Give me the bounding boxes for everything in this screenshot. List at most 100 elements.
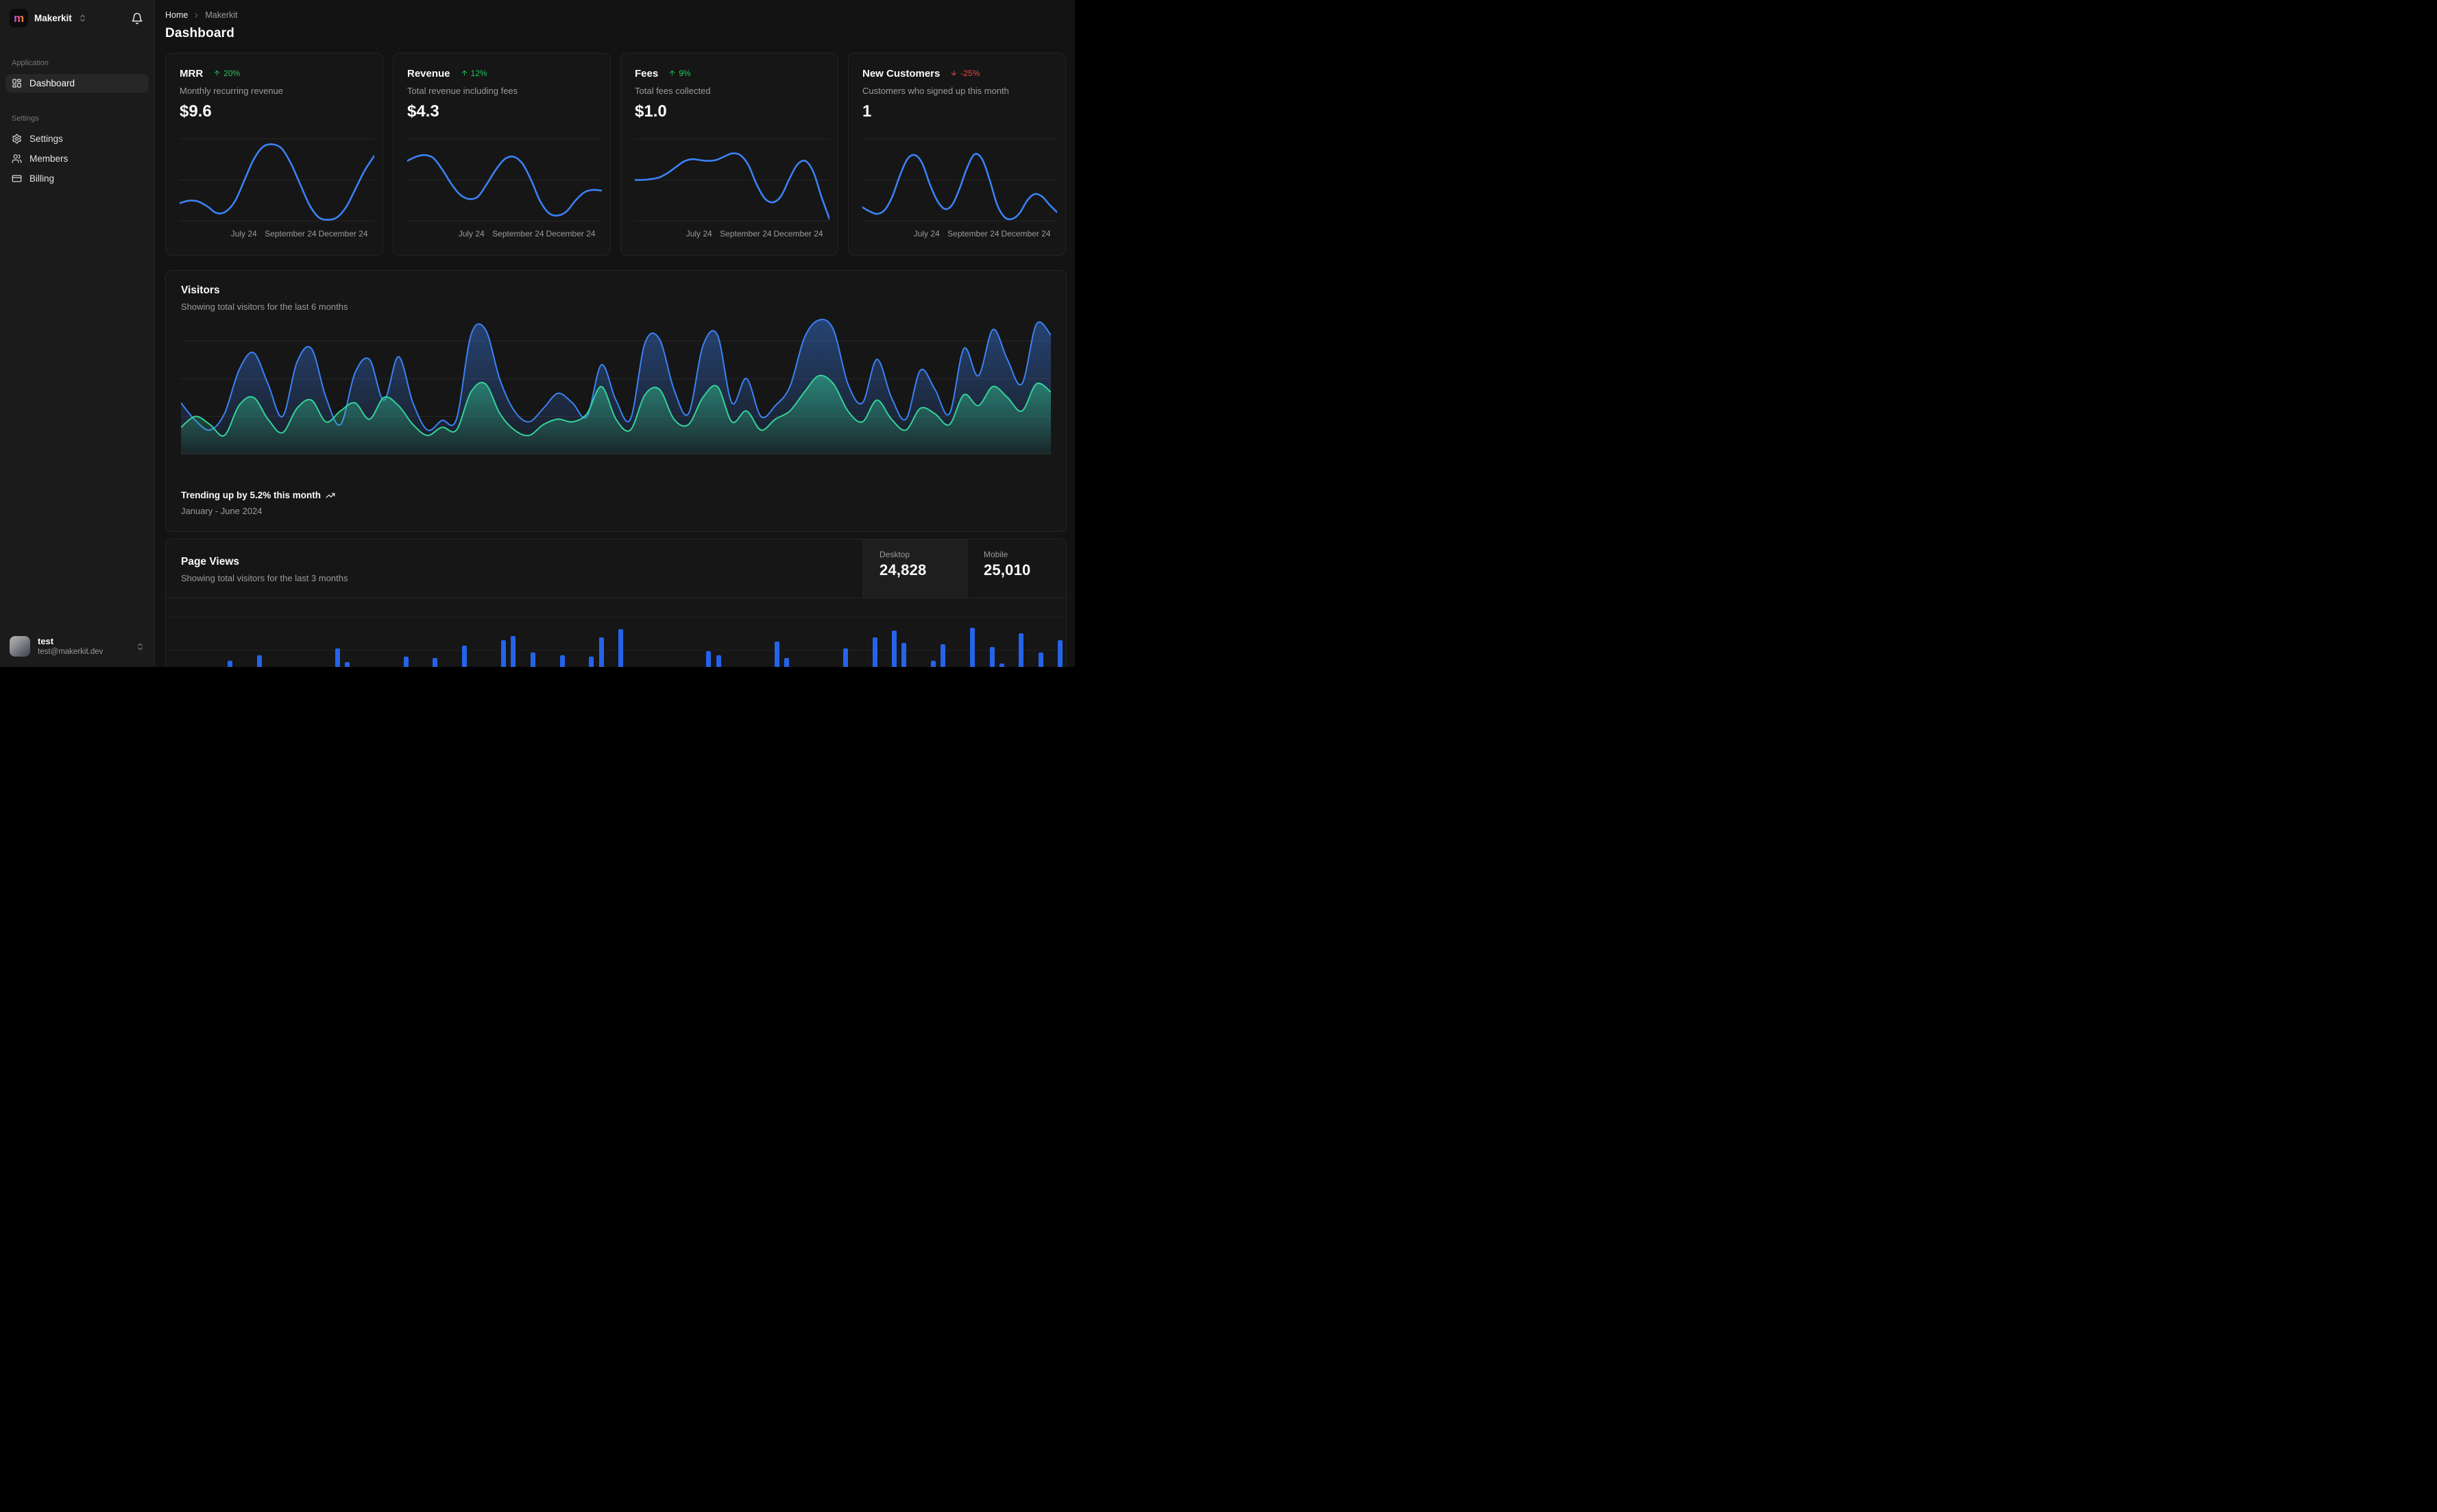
visitors-card: Visitors Showing total visitors for the … <box>165 270 1067 532</box>
bar <box>618 629 624 667</box>
toggle-value: 25,010 <box>984 561 1031 578</box>
page-title: Dashboard <box>165 26 235 40</box>
stat-title: Fees <box>635 68 659 80</box>
bar <box>989 647 995 667</box>
bar <box>559 655 565 667</box>
bar <box>775 642 780 667</box>
sidebar-nav-settings: Settings Members Billing <box>0 128 154 189</box>
sidebar-header: m Makerkit <box>0 0 154 36</box>
bar <box>1019 633 1024 667</box>
bar <box>999 663 1004 667</box>
toggle-label: Desktop <box>880 550 910 559</box>
bar <box>335 648 340 667</box>
logo-letter: m <box>13 12 25 25</box>
bar <box>345 662 350 667</box>
toggle-mobile[interactable]: Mobile 25,010 <box>967 539 1066 598</box>
main-content: Home Makerkit Dashboard MRR 20% Monthly … <box>156 0 1075 667</box>
breadcrumb-current: Makerkit <box>205 10 238 20</box>
bar <box>511 636 516 667</box>
bar <box>462 646 468 667</box>
bar <box>872 637 877 667</box>
stat-card-mrr: MRR 20% Monthly recurring revenue $9.6 J… <box>165 53 383 256</box>
stat-description: Customers who signed up this month <box>862 86 1009 96</box>
user-info: test test@makerkit.dev <box>38 636 103 657</box>
makerkit-logo: m <box>10 9 28 27</box>
bar <box>1058 640 1063 667</box>
sidebar-item-members[interactable]: Members <box>5 149 149 168</box>
users-icon <box>12 154 22 163</box>
sidebar-item-label: Dashboard <box>29 78 75 88</box>
sidebar-item-billing[interactable]: Billing <box>5 169 149 188</box>
bar <box>256 655 262 667</box>
stat-card-revenue: Revenue 12% Total revenue including fees… <box>393 53 611 256</box>
sidebar-item-label: Billing <box>29 173 55 184</box>
bar <box>784 658 790 667</box>
sidebar-item-dashboard[interactable]: Dashboard <box>5 74 149 93</box>
visitors-trend-text: Trending up by 5.2% this month <box>181 490 322 500</box>
workspace-name: Makerkit <box>34 13 72 23</box>
stat-value: $4.3 <box>407 102 439 121</box>
bar <box>1038 653 1043 667</box>
stat-delta-badge: 12% <box>461 69 487 78</box>
visitors-title: Visitors <box>181 284 220 296</box>
arrow-up-icon <box>670 70 675 76</box>
toggle-desktop[interactable]: Desktop 24,828 <box>862 539 967 598</box>
user-menu[interactable]: test test@makerkit.dev <box>0 628 154 667</box>
bar <box>403 657 409 667</box>
bar <box>842 648 848 667</box>
bar <box>228 661 233 667</box>
arrow-up-icon <box>215 70 220 76</box>
workspace-selector[interactable]: m Makerkit <box>10 9 87 27</box>
stat-value: $9.6 <box>180 102 212 121</box>
bar <box>501 640 507 667</box>
user-email: test@makerkit.dev <box>38 648 104 657</box>
x-axis-labels: July 24 September 24 December 24 <box>913 229 1051 239</box>
stat-description: Total fees collected <box>635 86 711 96</box>
notifications-button[interactable] <box>130 11 145 26</box>
chevron-right-icon <box>193 12 200 19</box>
bar <box>941 644 946 667</box>
arrow-up-icon <box>461 70 467 76</box>
breadcrumb: Home Makerkit <box>165 10 1067 20</box>
page-views-toggles: Desktop 24,828 Mobile 25,010 <box>862 539 1066 598</box>
stat-title: New Customers <box>862 68 941 80</box>
bell-icon <box>132 12 143 24</box>
new-customers-sparkline-chart <box>862 138 1057 221</box>
stat-description: Total revenue including fees <box>407 86 518 96</box>
chevrons-up-down-icon <box>138 643 143 650</box>
breadcrumb-home-link[interactable]: Home <box>165 10 188 20</box>
stat-card-new-customers: New Customers -25% Customers who signed … <box>848 53 1066 256</box>
stat-delta-badge: 9% <box>668 69 691 78</box>
app-root: m Makerkit Application Dashboard Setting… <box>0 0 1075 667</box>
sidebar: m Makerkit Application Dashboard Setting… <box>0 0 155 667</box>
sidebar-item-settings[interactable]: Settings <box>5 130 149 148</box>
mrr-sparkline-chart <box>180 138 374 221</box>
visitors-footer: Trending up by 5.2% this month January -… <box>181 490 335 516</box>
stat-card-fees: Fees 9% Total fees collected $1.0 July 2… <box>620 53 838 256</box>
page-views-subtitle: Showing total visitors for the last 3 mo… <box>181 573 348 583</box>
stat-delta-badge: 20% <box>213 69 240 78</box>
chevrons-up-down-icon <box>80 14 85 22</box>
section-label-settings: Settings <box>12 114 39 123</box>
visitors-subtitle: Showing total visitors for the last 6 mo… <box>181 302 348 312</box>
sidebar-nav-application: Dashboard <box>0 73 154 94</box>
revenue-sparkline-chart <box>407 138 602 221</box>
user-name: test <box>38 635 54 646</box>
stat-title: MRR <box>180 68 204 80</box>
stat-description: Monthly recurring revenue <box>180 86 284 96</box>
bar <box>433 658 438 667</box>
x-axis-labels: July 24 September 24 December 24 <box>686 229 823 239</box>
x-axis-labels: July 24 September 24 December 24 <box>458 229 596 239</box>
bar <box>589 657 594 667</box>
user-avatar <box>10 636 30 657</box>
fees-sparkline-chart <box>635 138 829 221</box>
bar <box>530 653 535 667</box>
visitors-date-range: January - June 2024 <box>181 506 263 516</box>
bar <box>598 637 604 667</box>
sidebar-item-label: Members <box>29 154 69 164</box>
bar <box>970 628 975 667</box>
credit-card-icon <box>12 175 22 182</box>
toggle-value: 24,828 <box>880 561 927 578</box>
bar <box>706 651 712 667</box>
page-views-header: Page Views Showing total visitors for th… <box>166 539 1066 598</box>
